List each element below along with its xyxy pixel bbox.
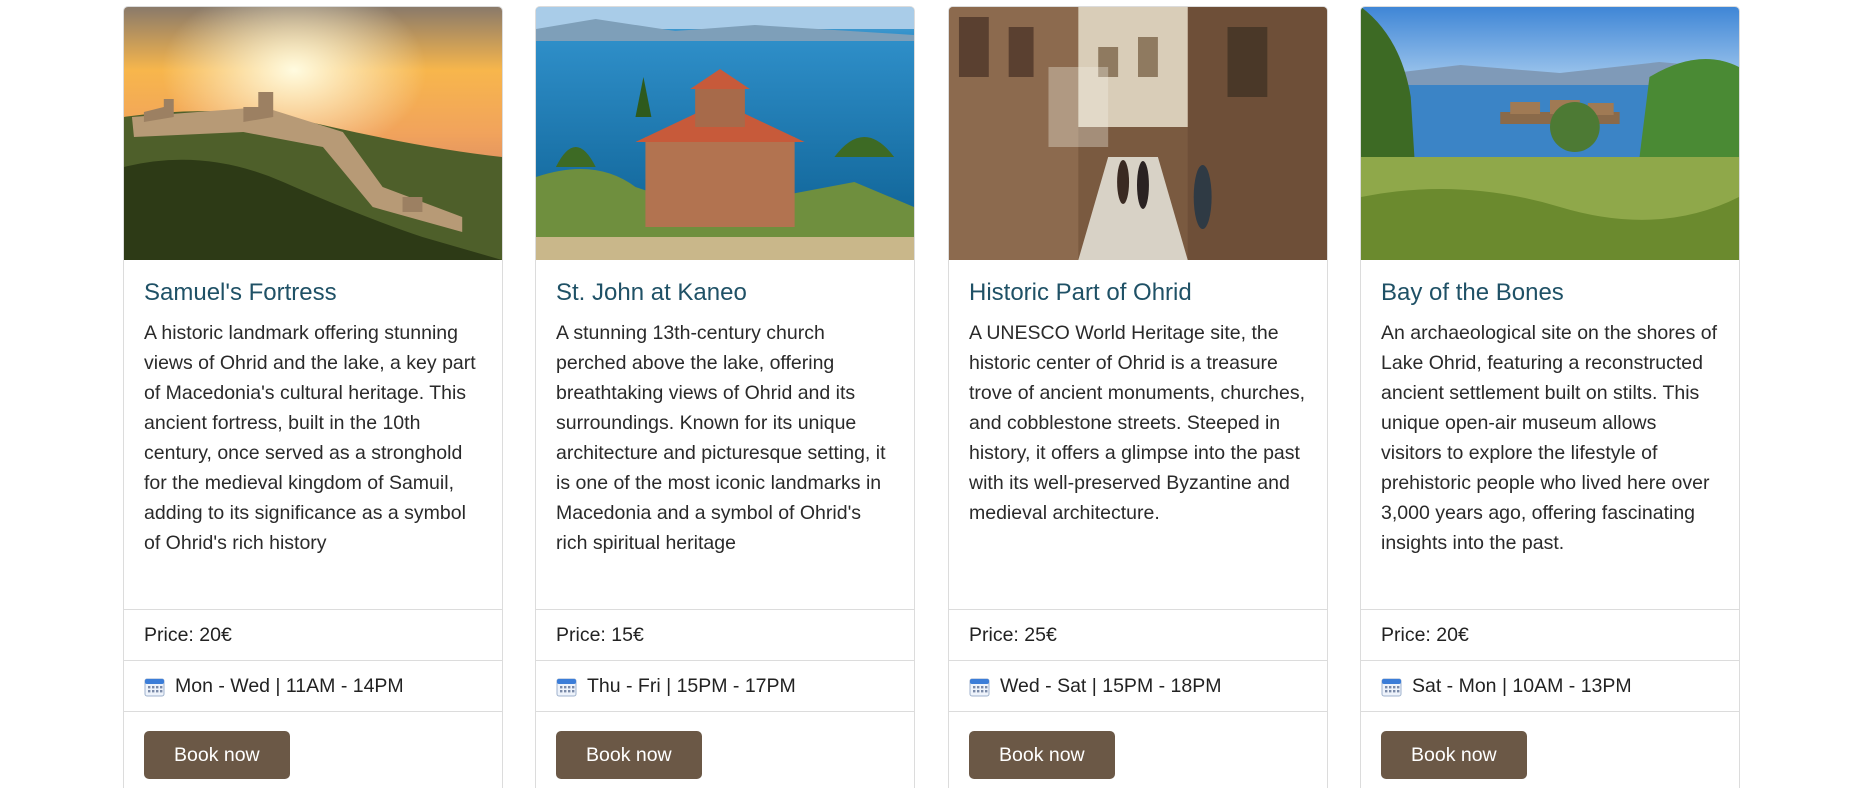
calendar-icon (969, 678, 990, 696)
calendar-icon (144, 678, 165, 696)
card-footer: Book now (536, 711, 914, 788)
schedule-row: Wed - Sat | 15PM - 18PM (949, 660, 1327, 711)
price-label: Price: 25€ (969, 623, 1057, 646)
price-label: Price: 15€ (556, 623, 644, 646)
book-now-button[interactable]: Book now (969, 731, 1115, 779)
tour-card-samuels-fortress: Samuel's Fortress A historic landmark of… (123, 6, 503, 788)
card-description: An archaeological site on the shores of … (1381, 322, 1718, 554)
card-description: A stunning 13th-century church perched a… (556, 322, 886, 554)
price-row: Price: 20€ (124, 609, 502, 660)
price-row: Price: 15€ (536, 609, 914, 660)
card-footer: Book now (949, 711, 1327, 788)
schedule-label: Thu - Fri | 15PM - 17PM (587, 674, 796, 697)
fortress-at-sunset-photo (124, 7, 502, 260)
tour-card-historic-part-of-ohrid: Historic Part of Ohrid A UNESCO World He… (948, 6, 1328, 788)
card-title: St. John at Kaneo (556, 279, 747, 306)
old-town-street-photo (949, 7, 1327, 260)
schedule-label: Mon - Wed | 11AM - 14PM (175, 674, 404, 697)
price-row: Price: 20€ (1361, 609, 1739, 660)
schedule-row: Thu - Fri | 15PM - 17PM (536, 660, 914, 711)
schedule-row: Mon - Wed | 11AM - 14PM (124, 660, 502, 711)
book-now-button[interactable]: Book now (1381, 731, 1527, 779)
card-footer: Book now (1361, 711, 1739, 788)
tour-cards-grid: Samuel's Fortress A historic landmark of… (0, 0, 1858, 788)
price-row: Price: 25€ (949, 609, 1327, 660)
card-footer: Book now (124, 711, 502, 788)
schedule-label: Sat - Mon | 10AM - 13PM (1412, 674, 1632, 697)
calendar-icon (556, 678, 577, 696)
book-now-button[interactable]: Book now (144, 731, 290, 779)
calendar-icon (1381, 678, 1402, 696)
tour-card-bay-of-the-bones: Bay of the Bones An archaeological site … (1360, 6, 1740, 788)
book-now-button[interactable]: Book now (556, 731, 702, 779)
card-description: A historic landmark offering stunning vi… (144, 322, 476, 554)
church-above-lake-photo (536, 7, 914, 260)
card-title: Bay of the Bones (1381, 279, 1564, 306)
stilt-settlement-on-lake-photo (1361, 7, 1739, 260)
card-title: Samuel's Fortress (144, 279, 337, 306)
price-label: Price: 20€ (1381, 623, 1469, 646)
card-title: Historic Part of Ohrid (969, 279, 1192, 306)
card-description: A UNESCO World Heritage site, the histor… (969, 322, 1306, 524)
tour-card-st-john-at-kaneo: St. John at Kaneo A stunning 13th-centur… (535, 6, 915, 788)
price-label: Price: 20€ (144, 623, 232, 646)
schedule-label: Wed - Sat | 15PM - 18PM (1000, 674, 1222, 697)
schedule-row: Sat - Mon | 10AM - 13PM (1361, 660, 1739, 711)
